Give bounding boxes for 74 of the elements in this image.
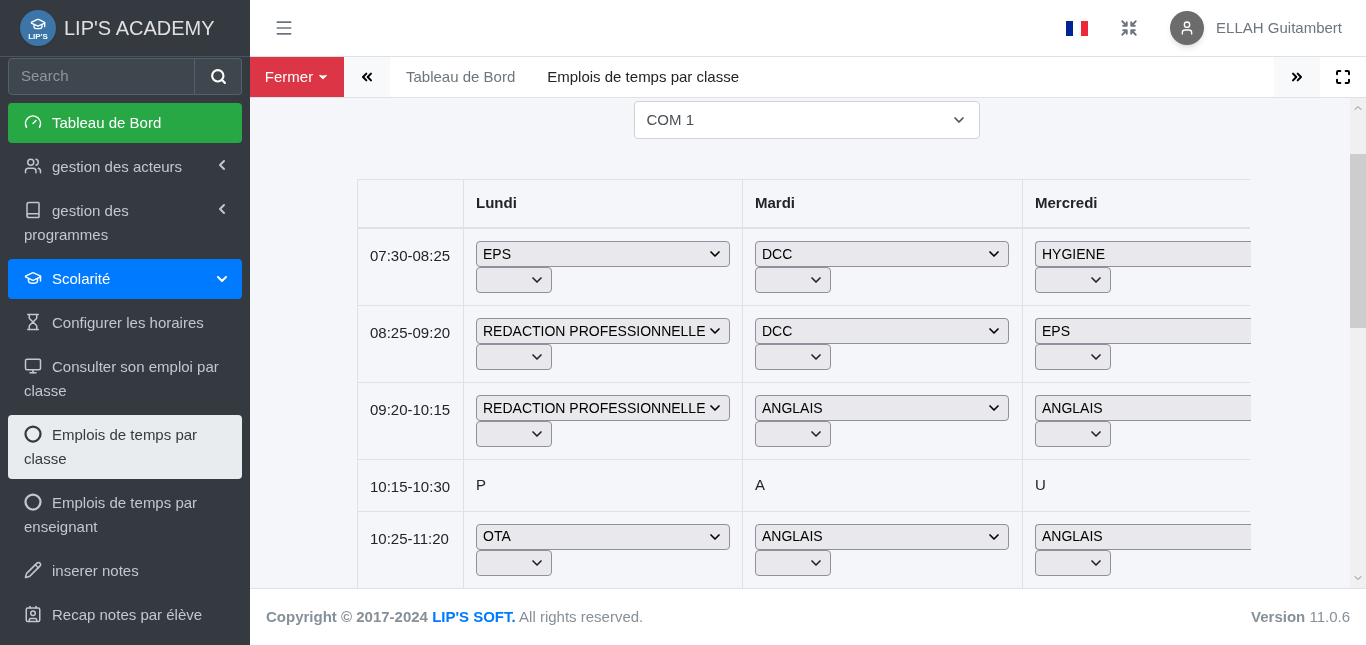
avatar[interactable]: [1170, 11, 1205, 45]
sidebar-item[interactable]: Scolarité: [8, 259, 242, 299]
user-name[interactable]: ELLAH Guitambert: [1216, 16, 1342, 40]
sidebar-item[interactable]: Emplois de temps par classe: [8, 415, 242, 479]
time-slot: 08:25-09:20: [370, 324, 451, 341]
copyright-text: Copyright © 2017-2024 LIP'S SOFT. All rights reserved.: [266, 606, 644, 627]
teacher-select[interactable]: [755, 267, 831, 293]
subject-select[interactable]: ANGLAIS: [755, 523, 1009, 550]
teacher-select[interactable]: [1035, 549, 1111, 576]
sidebar-item[interactable]: inserer notes: [8, 551, 242, 591]
column-header: Lundi: [476, 193, 517, 214]
teacher-select[interactable]: [1035, 267, 1111, 293]
sidebar-item[interactable]: gestion des acteurs: [8, 147, 242, 187]
teacher-select[interactable]: [755, 549, 831, 576]
teacher-select[interactable]: [1035, 421, 1111, 447]
sidebar-item[interactable]: Consulter son emploi par classe: [8, 347, 242, 411]
teacher-select[interactable]: [1035, 344, 1111, 370]
teacher-select[interactable]: [476, 549, 552, 576]
sidebar-item[interactable]: gestion des programmes: [8, 191, 242, 255]
search-field[interactable]: Search: [8, 58, 195, 95]
menu-button[interactable]: [274, 18, 294, 38]
break-letter: U: [1035, 476, 1046, 493]
break-letter: P: [476, 476, 486, 493]
subject-select[interactable]: DCC: [755, 241, 1009, 267]
people-icon: [24, 157, 42, 176]
sidebar-item[interactable]: Configurer les horaires: [8, 303, 242, 343]
close-menu-button[interactable]: Fermer: [250, 57, 344, 97]
logo-text: LIP'S: [28, 31, 48, 41]
time-slot: 07:30-08:25: [370, 247, 451, 264]
tab[interactable]: Emplois de temps par classe: [531, 57, 755, 97]
subject-select[interactable]: REDACTION PROFESSIONNELLE: [476, 395, 730, 421]
version-text: Version 11.0.6: [1251, 606, 1350, 627]
teacher-select[interactable]: [476, 344, 552, 370]
time-slot: 09:20-10:15: [370, 401, 451, 418]
teacher-select[interactable]: [755, 344, 831, 370]
monitor-icon: [24, 357, 42, 376]
search-button[interactable]: [195, 58, 242, 95]
subject-select[interactable]: REDACTION PROFESSIONNELLE: [476, 318, 730, 344]
time-slot: 10:15-10:30: [370, 478, 451, 495]
sidebar-item[interactable]: Recap notes par élève: [8, 595, 242, 635]
column-header: Mercredi: [1035, 193, 1098, 214]
subject-select[interactable]: EPS: [476, 241, 730, 267]
book-icon: [24, 201, 42, 220]
company-link[interactable]: LIP'S SOFT.: [432, 607, 516, 625]
tab[interactable]: Tableau de Bord: [390, 57, 532, 97]
circle-icon: [24, 493, 42, 512]
scroll-right-button[interactable]: [1274, 57, 1320, 97]
fullscreen-icon: [1335, 69, 1351, 85]
circle-icon: [24, 425, 42, 444]
subject-select[interactable]: HYGIENE: [1035, 241, 1251, 267]
search-icon: [209, 68, 227, 85]
column-header: Mardi: [755, 193, 795, 214]
pencil-icon: [24, 561, 42, 580]
teacher-select[interactable]: [476, 421, 552, 447]
menu-icon: [274, 18, 294, 38]
arrows-icon: [1120, 19, 1139, 37]
contact-card-icon: [24, 605, 42, 624]
french-flag-icon[interactable]: [1066, 20, 1089, 36]
break-letter: A: [755, 476, 765, 493]
sidebar-item[interactable]: Emplois de temps par enseignant: [8, 483, 242, 547]
subject-select[interactable]: ANGLAIS: [1035, 523, 1251, 550]
subject-select[interactable]: EPS: [1035, 318, 1251, 344]
hourglass-icon: [24, 313, 42, 332]
teacher-select[interactable]: [476, 267, 552, 293]
brand-name: LIP'S ACADEMY: [64, 16, 215, 41]
subject-select[interactable]: DCC: [755, 318, 1009, 344]
teacher-select[interactable]: [755, 421, 831, 447]
scrollbar-thumb[interactable]: [1350, 154, 1366, 328]
time-slot: 10:25-11:20: [370, 529, 449, 547]
subject-select[interactable]: OTA: [476, 523, 730, 550]
subject-select[interactable]: ANGLAIS: [755, 395, 1009, 421]
scroll-left-button[interactable]: [344, 57, 390, 97]
class-select[interactable]: COM 1: [633, 101, 980, 139]
subject-select[interactable]: ANGLAIS: [1035, 395, 1251, 421]
